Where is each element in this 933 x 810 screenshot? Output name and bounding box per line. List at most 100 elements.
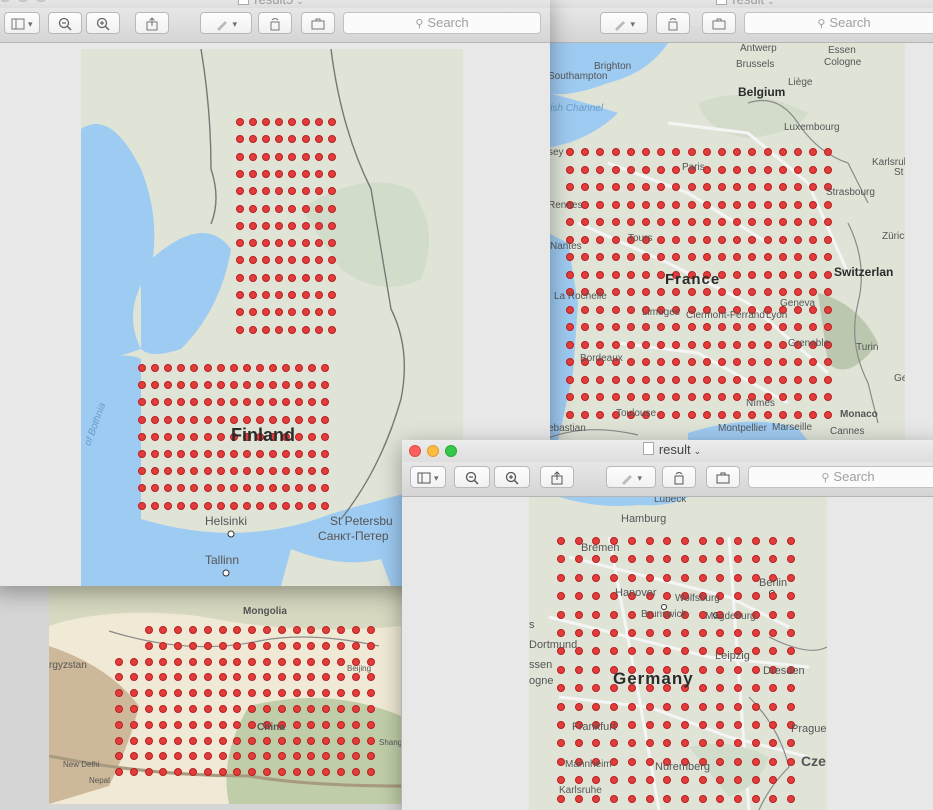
location-dot: [794, 358, 802, 366]
location-dot: [216, 450, 225, 458]
markup-button[interactable]: ▾: [200, 12, 252, 34]
location-dot: [718, 375, 726, 384]
location-dot: [610, 794, 619, 803]
location-dot: [301, 308, 310, 317]
markup-button[interactable]: ▾: [606, 466, 656, 488]
search-field[interactable]: ⚲ Search: [748, 466, 933, 488]
location-dot: [611, 288, 620, 296]
city-label: Luxembourg: [784, 122, 840, 133]
location-dot: [626, 218, 635, 226]
zoom-in-button[interactable]: [494, 466, 530, 488]
location-dot: [626, 305, 635, 314]
location-dot: [308, 501, 317, 510]
location-dot: [366, 689, 375, 698]
toolbox-button[interactable]: [702, 12, 736, 34]
sidebar-toggle-button[interactable]: ▾: [410, 466, 446, 488]
location-dot: [203, 398, 212, 407]
location-dot: [566, 375, 574, 384]
location-dot: [751, 684, 760, 693]
location-dot: [596, 235, 605, 244]
location-dot: [203, 657, 212, 666]
title-bar[interactable]: result⌄: [402, 440, 933, 462]
location-dot: [733, 165, 742, 174]
location-dot: [557, 629, 565, 637]
location-dot: [645, 537, 654, 545]
share-button[interactable]: [135, 12, 169, 34]
location-dot: [322, 657, 331, 666]
search-field[interactable]: ⚲ Search: [343, 12, 541, 34]
location-dot: [718, 165, 726, 174]
location-dot: [718, 393, 726, 401]
location-dot: [702, 148, 711, 156]
location-dot: [748, 200, 757, 209]
location-dot: [794, 375, 802, 384]
location-dot: [627, 721, 636, 729]
location-dot: [301, 221, 310, 230]
location-dot: [702, 183, 711, 191]
location-dot: [292, 626, 301, 634]
zoom-out-button[interactable]: [48, 12, 82, 34]
location-dot: [763, 358, 772, 366]
window-title[interactable]: result5⌄: [0, 0, 550, 7]
location-dot: [566, 340, 574, 349]
location-dot: [581, 270, 590, 279]
location-dot: [574, 684, 583, 693]
location-dot: [229, 381, 238, 390]
location-dot: [255, 364, 264, 372]
zoom-out-button[interactable]: [454, 466, 490, 488]
search-icon: ⚲: [415, 18, 424, 30]
country-label-china: China: [257, 722, 285, 733]
sidebar-toggle-button[interactable]: ▾: [4, 12, 40, 34]
city-label: Strasbourg: [826, 187, 875, 198]
location-dot: [718, 340, 726, 349]
location-dot: [680, 573, 689, 582]
location-dot: [351, 626, 360, 634]
location-dot: [203, 484, 212, 493]
city-label: Grenoble: [788, 338, 830, 349]
location-dot: [249, 204, 258, 213]
window-title[interactable]: result⌄: [548, 0, 933, 7]
city-label: Ge: [894, 373, 905, 384]
share-button[interactable]: [540, 466, 574, 488]
rotate-button[interactable]: [662, 466, 696, 488]
location-dot: [642, 253, 650, 261]
title-bar[interactable]: result⌄: [548, 0, 933, 8]
location-dot: [275, 152, 284, 161]
location-dot: [787, 573, 796, 582]
location-dot: [642, 200, 650, 209]
location-dot: [314, 169, 323, 178]
toolbox-button[interactable]: [706, 466, 740, 488]
location-dot: [218, 626, 227, 634]
markup-button[interactable]: ▾: [600, 12, 648, 34]
city-label-st-petersburg-ru: Санкт-Петер: [318, 529, 389, 543]
location-dot: [236, 273, 244, 282]
location-dot: [177, 415, 186, 424]
city-label: Nuremberg: [655, 761, 711, 773]
location-dot: [189, 705, 197, 713]
city-label: Wolfsburg: [675, 593, 720, 604]
location-dot: [351, 768, 360, 777]
location-dot: [151, 415, 160, 424]
location-dot: [751, 592, 760, 601]
title-bar[interactable]: result5⌄: [0, 0, 550, 8]
location-dot: [642, 165, 650, 174]
location-dot: [314, 187, 323, 196]
location-dot: [174, 720, 183, 729]
search-field[interactable]: ⚲ Search: [744, 12, 933, 34]
location-dot: [778, 358, 787, 366]
window-title[interactable]: result⌄: [402, 442, 933, 457]
location-dot: [262, 221, 271, 230]
location-dot: [702, 200, 711, 209]
location-dot: [751, 794, 760, 803]
location-dot: [626, 375, 635, 384]
zoom-in-button[interactable]: [86, 12, 120, 34]
location-dot: [307, 736, 316, 745]
rotate-button[interactable]: [656, 12, 690, 34]
location-dot: [763, 323, 772, 331]
location-dot: [263, 641, 271, 650]
rotate-button[interactable]: [258, 12, 292, 34]
location-dot: [642, 358, 650, 366]
location-dot: [809, 165, 818, 174]
location-dot: [687, 288, 696, 296]
toolbox-button[interactable]: [301, 12, 335, 34]
